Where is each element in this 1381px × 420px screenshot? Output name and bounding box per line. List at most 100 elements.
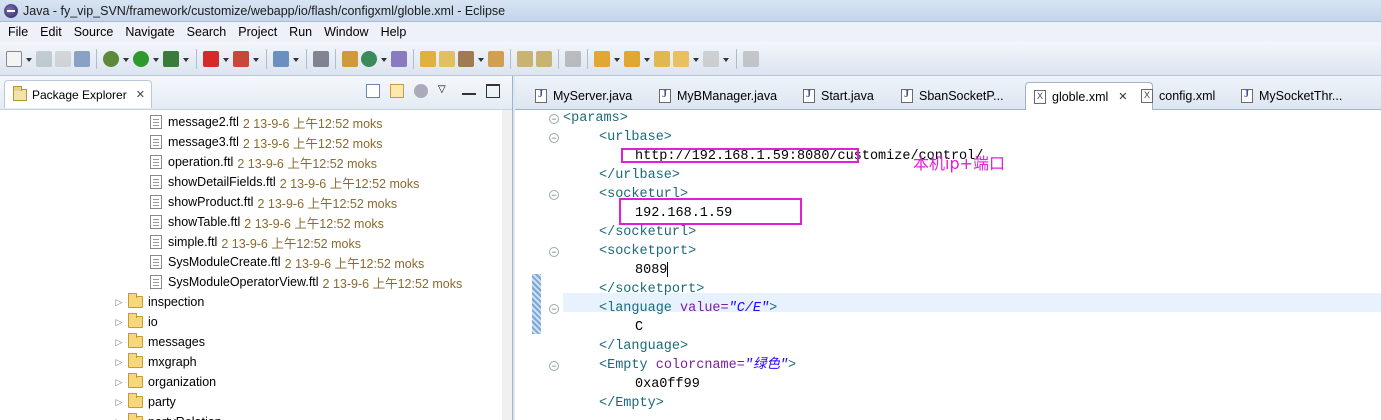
tab-mybmanager[interactable]: MyBManager.java (651, 82, 787, 110)
list-item[interactable]: showTable.ftl 2 13-9-6 上午12:52 moks (150, 212, 384, 232)
run-external-icon[interactable] (163, 50, 179, 67)
open-resource-icon[interactable] (439, 50, 455, 67)
list-item[interactable]: message3.ftl 2 13-9-6 上午12:52 moks (150, 132, 383, 152)
menu-source[interactable]: Source (68, 25, 120, 39)
chevron-down-icon[interactable] (152, 51, 160, 67)
close-icon[interactable]: ✕ (136, 88, 145, 101)
fold-icon[interactable]: − (549, 361, 559, 371)
maximize-icon[interactable] (486, 84, 500, 98)
minimize-icon[interactable] (462, 87, 476, 95)
xml-tag: </urlbase> (599, 168, 681, 183)
code-area[interactable]: <params> <urlbase> http://192.168.1.59:8… (563, 110, 1381, 420)
folder-item[interactable]: ▷ mxgraph (114, 352, 197, 372)
stop-server-icon[interactable] (203, 50, 219, 67)
chevron-down-icon[interactable] (25, 51, 33, 67)
expand-icon[interactable]: ▷ (114, 397, 124, 408)
edit-icon[interactable] (458, 50, 474, 67)
fold-icon[interactable]: − (549, 133, 559, 143)
save-all-icon[interactable] (55, 50, 71, 67)
list-item[interactable]: showDetailFields.ftl 2 13-9-6 上午12:52 mok… (150, 172, 419, 192)
chevron-down-icon[interactable] (722, 51, 730, 67)
tab-sbansocket[interactable]: SbanSocketP... (893, 82, 1013, 110)
tab-mysocketthread[interactable]: MySocketThr... (1233, 82, 1363, 110)
chevron-down-icon[interactable] (380, 51, 388, 67)
fold-icon[interactable]: − (549, 114, 559, 124)
tab-config-xml[interactable]: config.xml (1133, 82, 1233, 110)
menu-navigate[interactable]: Navigate (119, 25, 180, 39)
tab-start[interactable]: Start.java (795, 82, 895, 110)
forward-icon[interactable] (703, 50, 719, 67)
folder-item[interactable]: ▷ inspection (114, 292, 204, 312)
menu-window[interactable]: Window (318, 25, 374, 39)
chevron-down-icon[interactable] (122, 51, 130, 67)
chevron-down-icon[interactable] (252, 51, 260, 67)
expand-icon[interactable]: ▷ (114, 297, 124, 308)
menu-help[interactable]: Help (375, 25, 413, 39)
new-icon[interactable] (6, 50, 22, 67)
chevron-down-icon[interactable] (182, 51, 190, 67)
print-icon[interactable] (74, 50, 90, 67)
debug-icon[interactable] (103, 50, 119, 67)
prev-annotation-icon[interactable] (624, 50, 640, 67)
menu-search[interactable]: Search (181, 25, 233, 39)
list-item[interactable]: SysModuleOperatorView.ftl 2 13-9-6 上午12:5… (150, 272, 462, 292)
new-wizard-icon[interactable] (391, 50, 407, 67)
last-edit-icon[interactable] (654, 50, 670, 67)
folder-item[interactable]: ▷ io (114, 312, 158, 332)
skip-breakpoints-icon[interactable] (313, 50, 329, 67)
list-item[interactable]: SysModuleCreate.ftl 2 13-9-6 上午12:52 moks (150, 252, 424, 272)
new-class-icon[interactable] (361, 50, 377, 67)
expand-icon[interactable]: ▷ (114, 377, 124, 388)
fold-icon[interactable]: − (549, 190, 559, 200)
tab-package-explorer[interactable]: Package Explorer ✕ (4, 80, 152, 108)
new-package-icon[interactable] (342, 50, 358, 67)
list-item[interactable]: operation.ftl 2 13-9-6 上午12:52 moks (150, 152, 377, 172)
collapse-all-icon[interactable] (366, 84, 380, 98)
next-annotation-icon[interactable] (594, 50, 610, 67)
list-item[interactable]: message2.ftl 2 13-9-6 上午12:52 moks (150, 112, 383, 132)
folder-item[interactable]: ▷ organization (114, 372, 216, 392)
save-icon[interactable] (36, 50, 52, 67)
menu-edit[interactable]: Edit (34, 25, 68, 39)
xml-tag: <params> (563, 111, 628, 126)
menu-project[interactable]: Project (232, 25, 283, 39)
expand-icon[interactable]: ▷ (114, 357, 124, 368)
search-icon[interactable] (273, 50, 289, 67)
chevron-down-icon[interactable] (477, 51, 485, 67)
chevron-down-icon[interactable] (613, 51, 621, 67)
folder-item[interactable]: ▷ party (114, 392, 176, 412)
folder-item[interactable]: ▷ messages (114, 332, 205, 352)
view-menu-icon[interactable] (414, 84, 428, 98)
list-item[interactable]: showProduct.ftl 2 13-9-6 上午12:52 moks (150, 192, 397, 212)
list-item[interactable]: simple.ftl 2 13-9-6 上午12:52 moks (150, 232, 361, 252)
tab-myserver[interactable]: MyServer.java (527, 82, 649, 110)
tree-scrollbar[interactable] (502, 110, 512, 420)
file-name: simple.ftl (168, 235, 218, 249)
menu-run[interactable]: Run (283, 25, 318, 39)
chevron-down-icon[interactable] (643, 51, 651, 67)
toggle-mark-icon[interactable] (565, 50, 581, 67)
fold-icon[interactable]: − (549, 304, 559, 314)
chevron-down-icon[interactable] (292, 51, 300, 67)
menu-file[interactable]: File (2, 25, 34, 39)
expand-icon[interactable]: ▷ (114, 417, 124, 420)
chevron-down-icon[interactable] (222, 51, 230, 67)
annotation-prev-icon[interactable] (536, 50, 552, 67)
open-task-icon[interactable] (488, 50, 504, 67)
main-toolbar (0, 42, 1381, 76)
fold-icon[interactable]: − (549, 247, 559, 257)
folder-item[interactable]: ▷ partyRelation (114, 412, 222, 420)
chevron-down-icon[interactable]: ▽ (438, 84, 452, 98)
expand-icon[interactable]: ▷ (114, 337, 124, 348)
expand-icon[interactable]: ▷ (114, 317, 124, 328)
folder-icon (128, 353, 143, 368)
back-icon[interactable] (673, 50, 689, 67)
annotation-icon[interactable] (517, 50, 533, 67)
pin-editor-icon[interactable] (743, 50, 759, 67)
run-icon[interactable] (133, 50, 149, 67)
server-icon[interactable] (233, 50, 249, 67)
link-with-editor-icon[interactable] (390, 84, 404, 98)
close-icon[interactable]: ✕ (1118, 90, 1127, 103)
chevron-down-icon[interactable] (692, 51, 700, 67)
open-type-icon[interactable] (420, 50, 436, 67)
